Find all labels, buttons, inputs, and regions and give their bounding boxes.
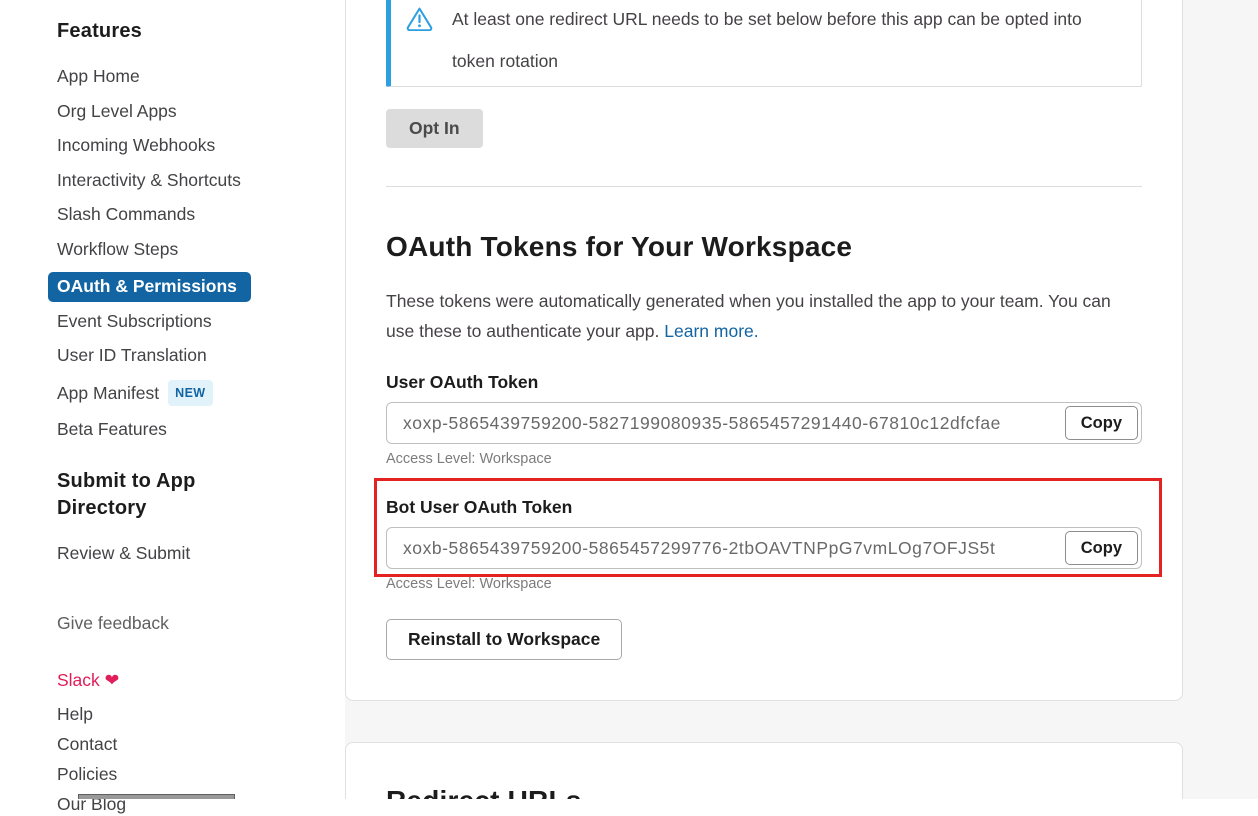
help-link[interactable]: Help <box>57 704 345 726</box>
bot-token-access-level: Access Level: Workspace <box>386 576 1142 593</box>
oauth-permissions-card: At least one redirect URL needs to be se… <box>345 0 1183 701</box>
sidebar-item-beta-features[interactable]: Beta Features <box>57 419 345 441</box>
oauth-tokens-heading: OAuth Tokens for Your Workspace <box>386 231 1142 263</box>
sidebar-item-review-submit[interactable]: Review & Submit <box>57 543 345 565</box>
bot-token-section: Bot User OAuth Token xoxb-5865439759200-… <box>386 496 1142 593</box>
copy-bot-token-button[interactable]: Copy <box>1065 531 1138 565</box>
sidebar-item-user-id-translation[interactable]: User ID Translation <box>57 345 345 367</box>
token-rotation-warning-callout: At least one redirect URL needs to be se… <box>386 0 1142 87</box>
slack-love-link[interactable]: Slack ❤ <box>57 670 345 692</box>
reinstall-to-workspace-button[interactable]: Reinstall to Workspace <box>386 619 622 660</box>
sidebar-item-app-manifest[interactable]: App Manifest NEW <box>57 380 345 407</box>
sidebar-item-event-subscriptions[interactable]: Event Subscriptions <box>57 311 345 333</box>
user-oauth-token-value: xoxp-5865439759200-5827199080935-5865457… <box>403 413 1001 434</box>
main-content: At least one redirect URL needs to be se… <box>345 0 1258 799</box>
user-oauth-token-field[interactable]: xoxp-5865439759200-5827199080935-5865457… <box>386 402 1142 444</box>
sidebar-item-app-home[interactable]: App Home <box>57 66 345 88</box>
opt-in-button[interactable]: Opt In <box>386 109 483 148</box>
horizontal-scrollbar-thumb[interactable] <box>78 794 235 799</box>
sidebar-heading-features: Features <box>57 20 345 43</box>
sidebar-item-workflow-steps[interactable]: Workflow Steps <box>57 239 345 261</box>
policies-link[interactable]: Policies <box>57 764 345 786</box>
bot-user-oauth-token-value: xoxb-5865439759200-5865457299776-2tbOAVT… <box>403 538 995 559</box>
new-badge: NEW <box>168 380 212 407</box>
user-oauth-token-label: User OAuth Token <box>386 371 1142 393</box>
redirect-urls-heading: Redirect URLs <box>386 785 1142 799</box>
bot-user-oauth-token-field[interactable]: xoxb-5865439759200-5865457299776-2tbOAVT… <box>386 527 1142 569</box>
app-manifest-label: App Manifest <box>57 383 159 403</box>
warning-message: At least one redirect URL needs to be se… <box>452 0 1092 82</box>
sidebar-item-slash-commands[interactable]: Slash Commands <box>57 204 345 226</box>
sidebar-heading-submit-to-app-directory: Submit to App Directory <box>57 468 222 522</box>
sidebar-item-incoming-webhooks[interactable]: Incoming Webhooks <box>57 135 345 157</box>
contact-link[interactable]: Contact <box>57 734 345 756</box>
give-feedback-link[interactable]: Give feedback <box>57 613 345 635</box>
warning-triangle-icon <box>406 6 433 36</box>
sidebar: Features App Home Org Level Apps Incomin… <box>0 0 345 799</box>
section-divider <box>386 186 1142 187</box>
bot-user-oauth-token-label: Bot User OAuth Token <box>386 496 1142 518</box>
sidebar-item-interactivity-shortcuts[interactable]: Interactivity & Shortcuts <box>57 170 345 192</box>
learn-more-link[interactable]: Learn more. <box>664 321 758 341</box>
redirect-urls-card: Redirect URLs <box>345 742 1183 799</box>
copy-user-token-button[interactable]: Copy <box>1065 406 1138 440</box>
sidebar-item-oauth-permissions[interactable]: OAuth & Permissions <box>48 272 251 302</box>
oauth-tokens-description: These tokens were automatically generate… <box>386 286 1142 346</box>
user-token-access-level: Access Level: Workspace <box>386 451 1142 468</box>
sidebar-item-org-level-apps[interactable]: Org Level Apps <box>57 101 345 123</box>
